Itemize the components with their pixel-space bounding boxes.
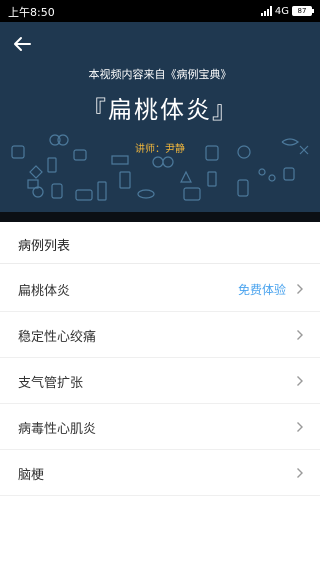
status-indicators: 4G 87 [260,4,314,18]
case-item-cerebral-infarction[interactable]: 脑梗 [0,450,320,496]
case-list-title: 病例列表 [18,239,71,254]
signal-icon [260,6,272,16]
case-item-label: 稳定性心绞痛 [18,330,97,345]
free-trial-tag: 免费体验 [237,283,286,297]
case-item-stable-angina[interactable]: 稳定性心绞痛 [0,312,320,358]
chevron-right-icon [297,468,303,478]
network-type: 4G [274,5,289,17]
lecturer-name: 讲师：尹静 [135,144,185,155]
case-item-label: 扁桃体炎 [18,284,71,299]
video-banner[interactable]: 本视频内容来自《病例宝典》 『扁桃体炎』 讲师：尹静 [0,22,320,218]
case-item-viral-myocarditis[interactable]: 病毒性心肌炎 [0,404,320,450]
video-bottom-band [0,212,320,222]
chevron-right-icon [297,284,303,294]
video-source-text: 本视频内容来自《病例宝典》 [88,68,232,81]
chevron-right-icon [297,330,303,340]
back-arrow-icon[interactable] [10,32,34,56]
status-time: 上午8:50 [8,6,55,19]
case-item-label: 支气管扩张 [18,376,84,391]
battery-level: 87 [297,7,307,15]
chevron-right-icon [297,376,303,386]
case-item-label: 病毒性心肌炎 [18,422,97,437]
chevron-right-icon [297,422,303,432]
battery-icon: 87 [292,6,314,16]
video-title: 『扁桃体炎』 [82,96,238,124]
status-bar: 上午8:50 4G 87 [0,0,320,22]
case-item-tonsillitis[interactable]: 扁桃体炎 免费体验 [0,266,320,312]
case-item-label: 脑梗 [18,468,45,483]
case-list-header: 病例列表 [0,222,320,264]
case-list: 扁桃体炎 免费体验 稳定性心绞痛 支气管扩张 病毒性心肌炎 脑梗 [0,266,320,496]
case-item-bronchiectasis[interactable]: 支气管扩张 [0,358,320,404]
